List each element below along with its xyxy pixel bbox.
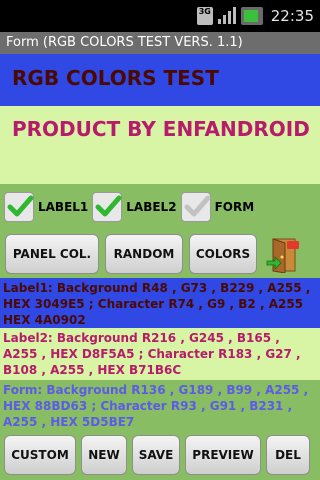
delete-button[interactable]: DEL (266, 435, 310, 475)
checkbox-form[interactable]: FORM (180, 192, 255, 222)
checkbox-checked-icon[interactable] (92, 192, 123, 222)
label2-info: Label2: Background R216 , G245 , B165 , … (0, 328, 320, 380)
preview-button[interactable]: PREVIEW (185, 435, 261, 475)
random-button[interactable]: RANDOM (105, 234, 183, 274)
exit-door-icon[interactable] (265, 235, 303, 274)
checkbox-unchecked-icon[interactable] (180, 192, 211, 222)
window-title: Form (RGB COLORS TEST VERS. 1.1) (0, 32, 320, 54)
checkbox-checked-icon[interactable] (4, 192, 34, 222)
checkbox-label1[interactable]: LABEL1 (4, 192, 88, 222)
clock: 22:35 (270, 7, 314, 25)
battery-icon (240, 7, 263, 25)
colors-button[interactable]: COLORS (189, 234, 257, 274)
form-info: Form: Background R136 , G189 , B99 , A25… (0, 380, 320, 430)
label2-text: PRODUCT BY ENFANDROID (12, 117, 310, 141)
bottom-button-row: CUSTOM NEW SAVE PREVIEW DEL (0, 430, 320, 480)
save-button[interactable]: SAVE (132, 435, 180, 475)
label1-text: RGB COLORS TEST (12, 66, 219, 90)
checkbox-label: FORM (214, 200, 255, 214)
signal-strength-icon (217, 7, 237, 25)
checkbox-label: LABEL2 (126, 200, 177, 214)
panel-col-button[interactable]: PANEL COL. (5, 234, 99, 274)
label2-panel: PRODUCT BY ENFANDROID (0, 106, 320, 184)
checkbox-label2[interactable]: LABEL2 (92, 192, 177, 222)
checkbox-label: LABEL1 (38, 200, 89, 214)
label1-panel: RGB COLORS TEST (0, 54, 320, 106)
checkbox-row: LABEL1 LABEL2 FORM (0, 184, 320, 230)
status-bar: 3G 22:35 (0, 0, 320, 32)
top-button-row: PANEL COL. RANDOM COLORS (0, 230, 320, 278)
label1-info: Label1: Background R48 , G73 , B229 , A2… (0, 278, 320, 328)
custom-button[interactable]: CUSTOM (4, 435, 76, 475)
new-button[interactable]: NEW (81, 435, 127, 475)
network-3g-icon: 3G (196, 7, 213, 25)
